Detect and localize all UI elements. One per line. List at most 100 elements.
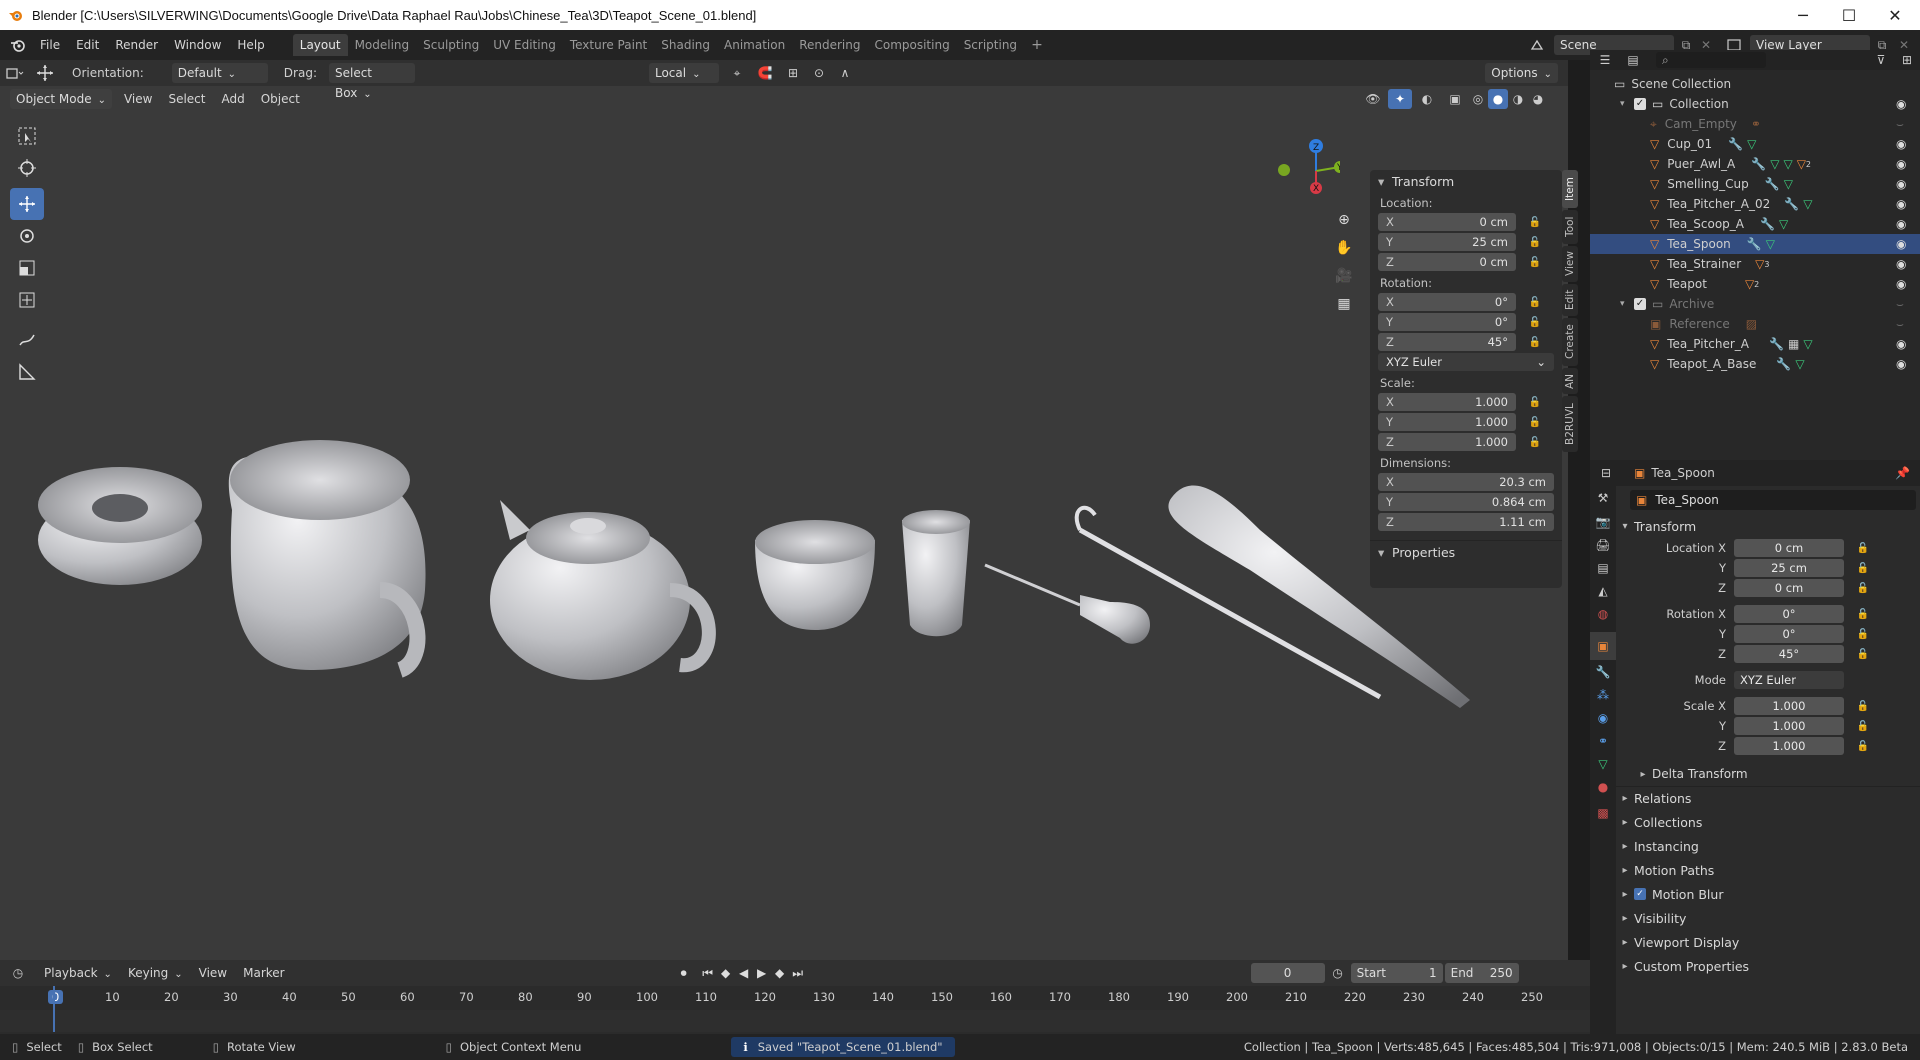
tab-edit[interactable]: Edit	[1562, 284, 1578, 316]
cursor-tool-icon[interactable]	[10, 152, 44, 184]
pin-icon[interactable]: 📌	[1895, 466, 1910, 480]
outliner-editor-type-icon[interactable]: ☰	[1590, 53, 1620, 67]
eye-icon[interactable]: ◉	[1896, 157, 1910, 171]
texture-tab-icon[interactable]: ▩	[1590, 798, 1616, 828]
modifier-tab-icon[interactable]: 🔧	[1590, 660, 1616, 684]
tab-rendering[interactable]: Rendering	[792, 34, 867, 56]
jump-end-icon[interactable]: ⏭	[789, 966, 807, 981]
view-layer-tab-icon[interactable]: ▤	[1590, 556, 1616, 580]
editor-type-icon[interactable]	[0, 66, 30, 80]
eye-icon[interactable]: ◉	[1896, 277, 1910, 291]
outliner-item-tea-scoop-a[interactable]: ▽ Tea_Scoop_A 🔧 ▽ ◉	[1590, 214, 1920, 234]
scale-z-field[interactable]: Z 1.000	[1378, 433, 1516, 451]
filter-icon[interactable]: ⊽	[1868, 53, 1894, 67]
tab-scripting[interactable]: Scripting	[957, 34, 1024, 56]
scale-tool-icon[interactable]	[10, 252, 44, 284]
relations-section[interactable]: ▸ Relations	[1616, 786, 1920, 810]
puer-awl[interactable]	[984, 563, 1150, 644]
tab-tool[interactable]: Tool	[1562, 210, 1578, 244]
scale-y-input[interactable]: 1.000	[1734, 717, 1844, 735]
camera-view-icon[interactable]: 🎥	[1332, 262, 1356, 290]
lock-icon[interactable]: 🔓	[1856, 647, 1870, 661]
eye-icon[interactable]: ◉	[1896, 197, 1910, 211]
lock-icon[interactable]: 🔓	[1856, 739, 1870, 753]
transform-section-header[interactable]: ▾ Transform	[1616, 514, 1920, 538]
tab-layout[interactable]: Layout	[292, 34, 348, 56]
motion-blur-section[interactable]: ▸ ✓ Motion Blur	[1616, 882, 1920, 906]
object-tab-icon[interactable]: ▣	[1590, 632, 1616, 660]
start-frame-field[interactable]: Start 1	[1350, 963, 1443, 983]
material-tab-icon[interactable]: ●	[1590, 776, 1616, 798]
move-tool-icon-button[interactable]	[10, 188, 44, 220]
eye-icon[interactable]: ◉	[1896, 177, 1910, 191]
rotation-x-field[interactable]: X 0°	[1378, 293, 1516, 311]
constraints-tab-icon[interactable]: ⚭	[1590, 730, 1616, 752]
snap-target-icon[interactable]: ⌖	[723, 66, 751, 81]
eye-icon[interactable]: ◉	[1896, 97, 1910, 111]
scale-x-input[interactable]: 1.000	[1734, 697, 1844, 715]
eye-icon[interactable]: ◉	[1896, 137, 1910, 151]
lock-icon[interactable]: 🔓	[1856, 581, 1870, 595]
world-tab-icon[interactable]: ◍	[1590, 602, 1616, 626]
tab-an[interactable]: AN	[1562, 368, 1578, 394]
play-icon[interactable]: ▶	[753, 966, 771, 980]
properties-panel-header[interactable]: Properties	[1370, 540, 1562, 565]
lock-icon[interactable]: 🔓	[1528, 435, 1542, 449]
visibility-icon[interactable]: 👁	[1358, 92, 1388, 106]
eye-closed-icon[interactable]: ⌣	[1896, 297, 1910, 311]
motion-blur-checkbox[interactable]: ✓	[1634, 888, 1646, 900]
keying-menu[interactable]: Keying	[120, 962, 191, 984]
viewport-display-section[interactable]: ▸ Viewport Display	[1616, 930, 1920, 954]
checkbox-icon[interactable]: ✓	[1634, 98, 1646, 110]
measure-tool-icon[interactable]	[10, 356, 44, 388]
render-tab-icon[interactable]: 📷	[1590, 510, 1616, 534]
transform-panel-header[interactable]: Transform	[1370, 170, 1562, 194]
tab-modeling[interactable]: Modeling	[348, 34, 417, 56]
timeline-ruler[interactable]: 0 10 20 30 40 50 60 70 80 90 100 110 120 130 140 150 160…	[0, 986, 1590, 1010]
solid-shading-icon[interactable]: ●	[1488, 89, 1508, 109]
blender-menu-icon[interactable]	[4, 37, 32, 53]
motion-paths-section[interactable]: ▸ Motion Paths	[1616, 858, 1920, 882]
scale-z-input[interactable]: 1.000	[1734, 737, 1844, 755]
location-z-input[interactable]: 0 cm	[1734, 579, 1844, 597]
display-mode-icon[interactable]: ▤	[1620, 53, 1646, 67]
viewport-menu-add[interactable]: Add	[214, 88, 253, 110]
scene-collection-row[interactable]: ▭ Scene Collection	[1590, 74, 1920, 94]
material-shading-icon[interactable]: ◑	[1508, 92, 1528, 106]
scale-y-field[interactable]: Y 1.000	[1378, 413, 1516, 431]
eye-closed-icon[interactable]: ⌣	[1896, 117, 1910, 131]
tab-animation[interactable]: Animation	[717, 34, 792, 56]
lock-icon[interactable]: 🔓	[1856, 607, 1870, 621]
snap-icon[interactable]: 🧲	[751, 66, 779, 80]
marker-menu[interactable]: Marker	[235, 962, 292, 984]
annotate-tool-icon[interactable]	[10, 324, 44, 356]
current-frame-field[interactable]: 0	[1250, 963, 1325, 983]
output-tab-icon[interactable]: 🖨	[1590, 534, 1616, 556]
delta-transform-header[interactable]: ▸ Delta Transform	[1616, 762, 1920, 786]
xray-icon[interactable]: ▣	[1442, 92, 1468, 106]
drag-dropdown[interactable]: Select Box	[328, 63, 415, 100]
rotation-y-input[interactable]: 0°	[1734, 625, 1844, 643]
outliner-item-smelling-cup[interactable]: ▽ Smelling_Cup 🔧 ▽ ◉	[1590, 174, 1920, 194]
lock-icon[interactable]: 🔓	[1856, 561, 1870, 575]
viewport-menu-view[interactable]: View	[116, 88, 160, 110]
rotation-y-field[interactable]: Y 0°	[1378, 313, 1516, 331]
overlays-icon[interactable]: ◐	[1412, 92, 1442, 106]
particles-tab-icon[interactable]: ⁂	[1590, 684, 1616, 706]
lock-icon[interactable]: 🔓	[1528, 415, 1542, 429]
lock-icon[interactable]: 🔓	[1528, 395, 1542, 409]
menu-window[interactable]: Window	[166, 34, 229, 56]
cup[interactable]	[755, 520, 875, 630]
rendered-shading-icon[interactable]: ◕	[1528, 92, 1548, 106]
gizmo-toggle-icon[interactable]: ✦	[1388, 89, 1412, 109]
lock-icon[interactable]: 🔓	[1856, 719, 1870, 733]
teapot[interactable]	[490, 500, 716, 680]
rotation-mode-select[interactable]: XYZ Euler	[1734, 671, 1844, 689]
outliner-item-tea-spoon[interactable]: ▽ Tea_Spoon 🔧 ▽ ◉	[1590, 234, 1920, 254]
menu-render[interactable]: Render	[107, 34, 166, 56]
physics-tab-icon[interactable]: ◉	[1590, 706, 1616, 730]
lock-icon[interactable]: 🔓	[1528, 255, 1542, 269]
record-icon[interactable]: ⏺	[673, 966, 695, 981]
data-tab-icon[interactable]: ▽	[1590, 752, 1616, 776]
properties-editor-type-icon[interactable]: ⊟	[1590, 466, 1622, 480]
